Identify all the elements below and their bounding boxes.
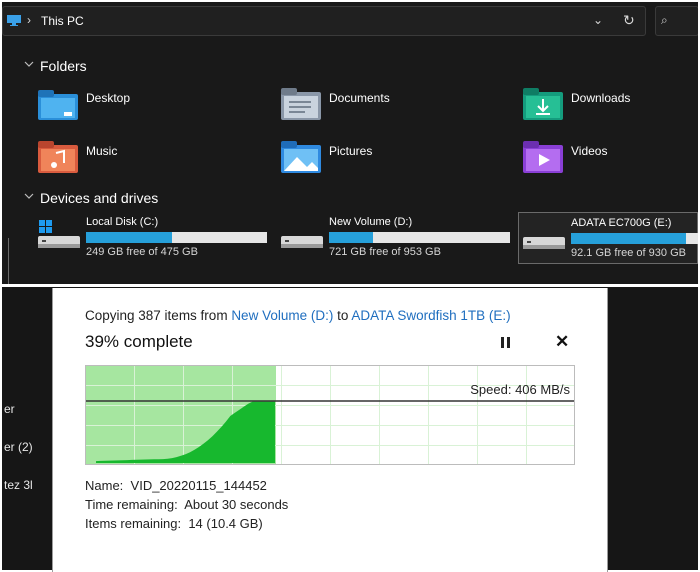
pause-icon-bar (501, 337, 504, 348)
pictures-folder-icon (281, 141, 321, 173)
collapse-chevron-icon (24, 193, 34, 199)
drives-header-label: Devices and drives (40, 190, 159, 206)
copy-summary: Copying 387 items from New Volume (D:) t… (85, 308, 511, 323)
drive-icon (523, 237, 565, 249)
drive-usage-fill (329, 232, 373, 243)
music-folder-icon (38, 141, 78, 173)
address-bar[interactable]: › This PC ⌄ ↻ (2, 6, 646, 36)
folder-desktop[interactable]: Desktop (38, 88, 258, 128)
drive-e[interactable]: ADATA EC700G (E:) 92.1 GB free of 930 GB (518, 212, 698, 264)
drive-usage-fill (571, 233, 687, 244)
destination-link[interactable]: ADATA Swordfish 1TB (E:) (351, 308, 510, 323)
address-row: › This PC ⌄ ↻ ⌕ (2, 2, 698, 40)
items-remaining-row: Items remaining: 14 (10.4 GB) (85, 516, 263, 531)
pause-icon-bar (507, 337, 510, 348)
items-value: 14 (10.4 GB) (188, 516, 263, 531)
folder-label: Music (86, 144, 118, 158)
collapse-chevron-icon (24, 61, 34, 67)
file-name-row: Name: VID_20220115_144452 (85, 478, 267, 493)
folders-section-header[interactable]: Folders (24, 58, 224, 78)
breadcrumb-chevron-icon[interactable]: › (27, 13, 31, 27)
downloads-folder-icon (523, 88, 563, 120)
drive-usage-bar (329, 232, 510, 243)
source-link[interactable]: New Volume (D:) (231, 308, 333, 323)
drive-usage-bar (571, 233, 698, 244)
name-label: Name: (85, 478, 124, 493)
close-icon[interactable]: ✕ (555, 332, 569, 352)
windows-drive-icon (38, 220, 80, 248)
speed-graph-canvas (85, 365, 575, 465)
drive-label: Local Disk (C:) (86, 216, 159, 228)
drive-free-space: 249 GB free of 475 GB (86, 246, 198, 258)
percent-complete: 39% complete (85, 332, 193, 351)
address-history-chevron-down-icon[interactable]: ⌄ (593, 13, 603, 27)
videos-folder-icon (523, 141, 563, 173)
drive-icon (281, 236, 323, 248)
time-value: About 30 seconds (184, 497, 289, 512)
breadcrumb-this-pc[interactable]: This PC (41, 14, 84, 28)
file-explorer-window: › This PC ⌄ ↻ ⌕ Folders Desktop Document… (2, 2, 698, 284)
copy-prefix: Copying 387 items from (85, 308, 232, 323)
drive-d[interactable]: New Volume (D:) 721 GB free of 953 GB (281, 214, 513, 262)
transfer-speed-graph: Speed: 406 MB/s (85, 365, 575, 465)
time-label: Time remaining: (85, 497, 178, 512)
sidebar-item-fragment[interactable]: er (2) (4, 440, 33, 454)
documents-folder-icon (281, 88, 321, 120)
devices-drives-section-header[interactable]: Devices and drives (24, 190, 224, 210)
drive-free-space: 92.1 GB free of 930 GB (571, 247, 686, 259)
pause-button[interactable] (500, 337, 512, 349)
tree-guide-line (8, 238, 9, 284)
folder-label: Downloads (571, 91, 631, 105)
drive-label: ADATA EC700G (E:) (571, 217, 672, 229)
this-pc-icon (7, 15, 21, 26)
folder-music[interactable]: Music (38, 141, 258, 181)
name-value: VID_20220115_144452 (130, 478, 267, 493)
search-icon: ⌕ (661, 13, 668, 27)
folder-pictures[interactable]: Pictures (281, 141, 501, 181)
time-remaining-row: Time remaining: About 30 seconds (85, 497, 288, 512)
refresh-icon[interactable]: ↻ (623, 12, 635, 29)
folder-label: Desktop (86, 91, 131, 105)
drive-usage-fill (86, 232, 173, 243)
drive-free-space: 721 GB free of 953 GB (329, 246, 441, 258)
items-label: Items remaining: (85, 516, 182, 531)
folder-videos[interactable]: Videos (523, 141, 698, 181)
sidebar-item-fragment[interactable]: tez 3l (4, 478, 33, 492)
drive-c[interactable]: Local Disk (C:) 249 GB free of 475 GB (38, 214, 270, 262)
folder-documents[interactable]: Documents (281, 88, 501, 128)
desktop-folder-icon (38, 90, 78, 120)
drive-label: New Volume (D:) (329, 216, 413, 228)
folder-label: Pictures (329, 144, 373, 158)
copy-progress-dialog: Copying 387 items from New Volume (D:) t… (52, 288, 608, 572)
speed-label: Speed: 406 MB/s (470, 382, 570, 397)
folder-label: Documents (329, 91, 390, 105)
folders-header-label: Folders (40, 58, 87, 74)
drive-usage-bar (86, 232, 267, 243)
folder-downloads[interactable]: Downloads (523, 88, 698, 128)
folder-label: Videos (571, 144, 608, 158)
search-box[interactable]: ⌕ (655, 6, 698, 36)
sidebar-item-fragment[interactable]: er (4, 402, 15, 416)
copy-to: to (333, 308, 352, 323)
